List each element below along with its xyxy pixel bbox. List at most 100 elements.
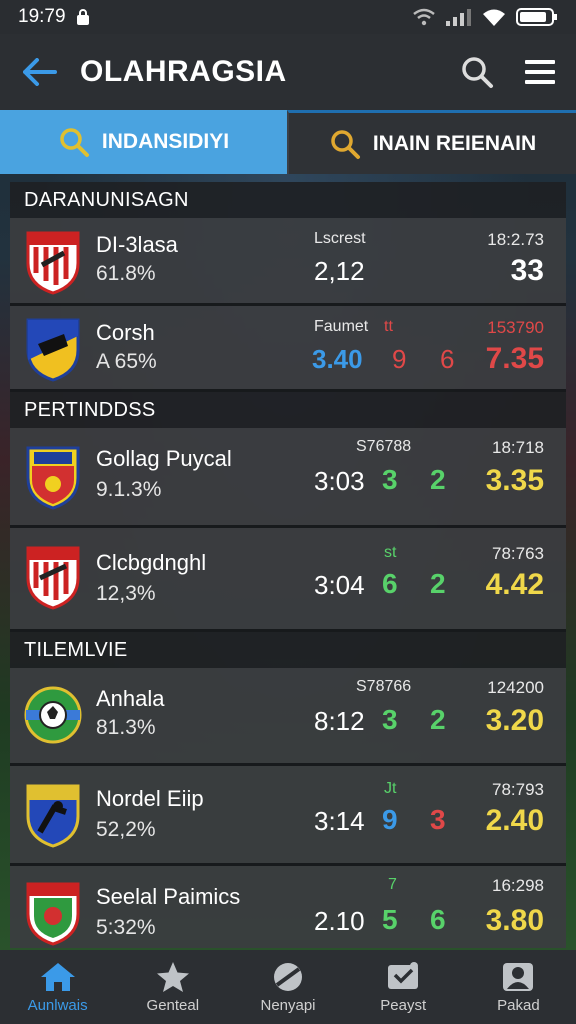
list-item[interactable]: Clcbgdnghl 12,3% st 3:04 6 2 78:763 4.42 — [10, 528, 566, 632]
team-crest-icon — [26, 882, 80, 946]
bottom-navigation: Aunlwais Genteal Nenyapi Peayst Pakad — [0, 950, 576, 1024]
app-bar: OLAHRAGSIA — [0, 34, 576, 110]
search-icon — [60, 128, 89, 157]
page-title: OLAHRAGSIA — [80, 55, 287, 88]
lock-icon — [76, 9, 89, 25]
list-item[interactable]: Gollag Puycal 9.1.3% S76788 3:03 3 2 18:… — [10, 428, 566, 528]
back-button[interactable] — [0, 34, 80, 110]
signal-icon — [446, 9, 471, 26]
odds-label: 78:763 — [492, 544, 544, 563]
column-label: S78766 — [356, 678, 412, 695]
nav-peayst[interactable]: Peayst — [346, 950, 461, 1024]
section-header: PERTINDDSS — [10, 392, 566, 428]
battery-icon — [516, 8, 557, 26]
odds-label: 18:2.73 — [487, 230, 544, 249]
nav-profile[interactable]: Pakad — [461, 950, 576, 1024]
nav-label: Genteal — [146, 996, 200, 1014]
nav-general[interactable]: Genteal — [115, 950, 230, 1024]
odds-label: 153790 — [487, 318, 544, 337]
match-time: 8:12 — [314, 706, 365, 736]
match-time: 2.10 — [314, 906, 365, 936]
match-score: 2,12 — [314, 256, 365, 286]
tab-bar: INDANSIDIYI INAIN REIENAIN — [0, 110, 576, 174]
team-percentage: 5:32% — [96, 916, 156, 939]
nav-home[interactable]: Aunlwais — [0, 950, 115, 1024]
match-score: 3.40 — [312, 344, 363, 374]
team-name: DI-3lasa — [96, 232, 178, 257]
search-icon — [331, 129, 360, 159]
search-icon[interactable] — [460, 55, 494, 89]
team-name: Gollag Puycal — [96, 446, 232, 471]
wifi-icon — [413, 8, 435, 26]
nav-label: Peayst — [380, 996, 427, 1014]
star-icon — [156, 961, 189, 992]
team-name: Seelal Paimics — [96, 884, 241, 909]
ball-icon — [274, 962, 302, 991]
odds-label: 78:793 — [492, 780, 544, 799]
match-time: 3:04 — [314, 570, 365, 600]
odds-value: 3.20 — [485, 704, 544, 737]
profile-icon — [503, 962, 534, 991]
stat-home: 5 — [382, 904, 398, 935]
team-percentage: 9.1.3% — [96, 478, 162, 501]
status-bar: 19:79 — [0, 0, 576, 34]
team-percentage: 61.8% — [96, 262, 156, 285]
team-crest-icon — [24, 686, 82, 744]
odds-value: 33 — [510, 254, 544, 287]
section-header: DARANUNISAGN — [10, 182, 566, 218]
wifi-strong-icon — [483, 9, 505, 26]
odds-value: 3.80 — [485, 904, 544, 937]
nav-label: Nenyapi — [260, 996, 316, 1014]
team-crest-icon — [26, 231, 80, 295]
team-name: Clcbgdnghl — [96, 550, 207, 575]
match-time: 3:03 — [314, 466, 365, 496]
column-label: S76788 — [356, 438, 412, 455]
tab-label: INDANSIDIYI — [101, 130, 230, 153]
column-label: Lscrest — [314, 230, 366, 247]
list-item[interactable]: Seelal Paimics 5:32% 7 2.10 5 6 16:298 3… — [10, 866, 566, 948]
odds-label: 16:298 — [492, 876, 544, 895]
team-name: Anhala — [96, 686, 165, 711]
list-item[interactable]: Nordel Eiip 52,2% Jt 3:14 9 3 78:793 2.4… — [10, 766, 566, 866]
nav-label: Pakad — [497, 996, 540, 1014]
team-crest-icon — [26, 784, 80, 848]
stat-away: 2 — [430, 568, 446, 599]
team-percentage: 12,3% — [96, 582, 156, 605]
team-crest-icon — [26, 446, 80, 510]
odds-value: 2.40 — [485, 804, 544, 837]
tab-label: INAIN REIENAIN — [372, 131, 537, 155]
nav-label: Aunlwais — [27, 996, 88, 1014]
list-item[interactable]: Corsh A 65% Faumet tt 3.40 9 6 153790 7.… — [10, 306, 566, 392]
ticket-icon — [388, 961, 419, 989]
status-time: 19:79 — [18, 6, 66, 27]
list-item[interactable]: DI-3lasa 61.8% Lscrest 2,12 18:2.73 33 — [10, 218, 566, 306]
team-name: Nordel Eiip — [96, 786, 204, 811]
odds-value: 7.35 — [485, 342, 544, 375]
match-time: 3:14 — [314, 806, 365, 836]
home-icon — [40, 962, 75, 991]
stat-away: 2 — [430, 464, 446, 495]
menu-icon[interactable] — [524, 58, 556, 86]
column-marker: st — [384, 544, 397, 561]
nav-nenyapi[interactable]: Nenyapi — [230, 950, 345, 1024]
team-percentage: A 65% — [96, 350, 157, 373]
section-header: TILEMLVIE — [10, 632, 566, 668]
stat-away: 2 — [430, 704, 446, 735]
team-crest-icon — [26, 318, 80, 382]
team-percentage: 52,2% — [96, 818, 156, 841]
tab-inain-reienain[interactable]: INAIN REIENAIN — [287, 110, 576, 174]
column-marker: Jt — [384, 780, 397, 797]
stat-away: 6 — [430, 904, 446, 935]
tab-indansidiyi[interactable]: INDANSIDIYI — [0, 110, 287, 174]
odds-label: 18:718 — [492, 438, 544, 457]
column-label: Faumet — [314, 318, 369, 335]
list-item[interactable]: Anhala 81.3% S78766 8:12 3 2 124200 3.20 — [10, 668, 566, 766]
stat-away: 3 — [430, 804, 446, 835]
team-crest-icon — [26, 546, 80, 610]
column-marker: tt — [384, 318, 393, 335]
stat-away: 6 — [440, 344, 455, 374]
team-percentage: 81.3% — [96, 716, 156, 739]
match-list: DARANUNISAGN DI-3lasa 61.8% Lscrest 2,12… — [10, 182, 566, 948]
stat-home: 3 — [382, 464, 398, 495]
stat-home: 6 — [382, 568, 398, 599]
